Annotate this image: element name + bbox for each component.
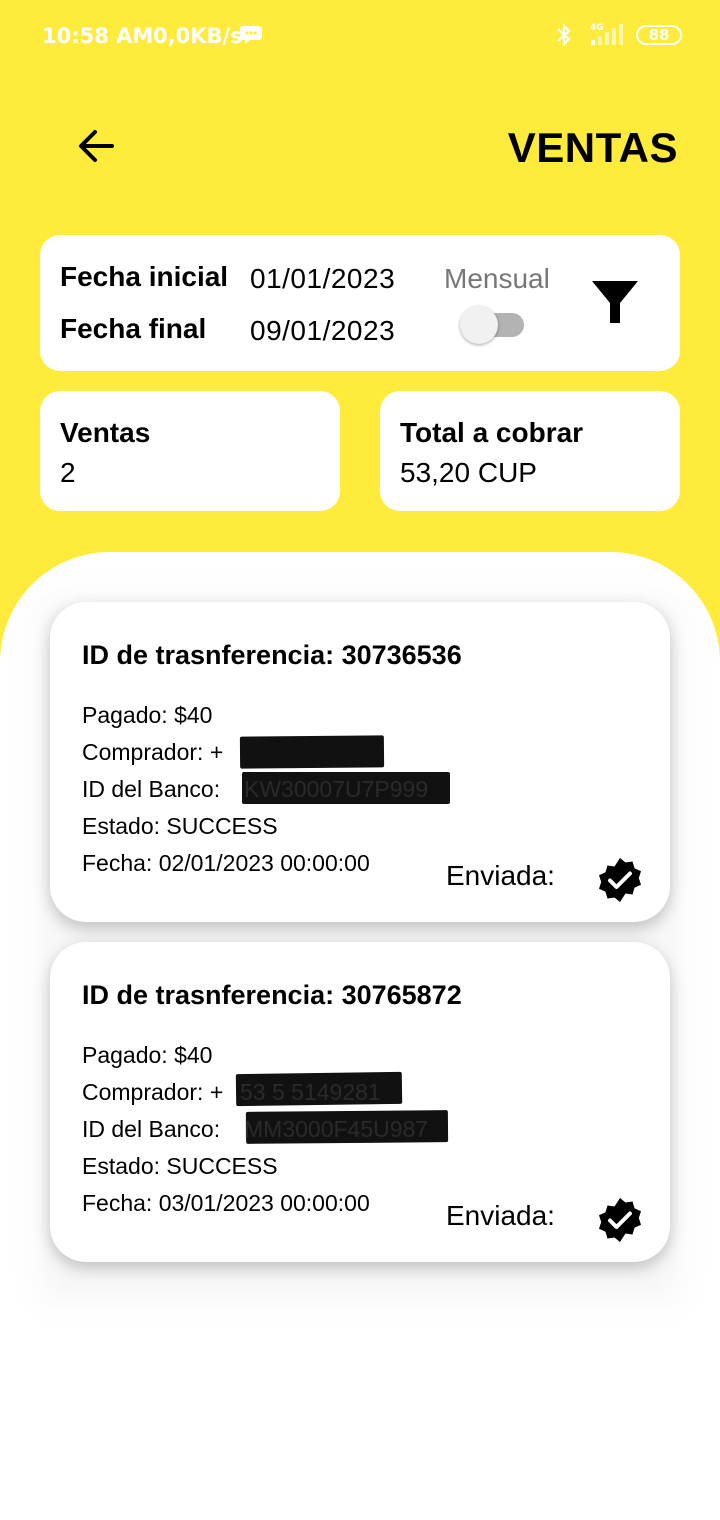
paid-amount: Pagado: $40 (82, 1042, 213, 1068)
total-label: Total a cobrar (400, 417, 584, 448)
bluetooth-icon (557, 23, 571, 47)
battery-indicator: 88 (636, 25, 682, 45)
transaction-date: Fecha: 03/01/2023 00:00:00 (82, 1190, 370, 1216)
bank-id-label: ID del Banco: (82, 776, 221, 802)
monthly-label: Mensual (444, 263, 550, 294)
monthly-toggle[interactable] (460, 306, 524, 344)
transaction-status: Estado: SUCCESS (82, 1153, 278, 1179)
signal-icon: 4G (590, 23, 623, 45)
start-date-label: Fecha inicial (60, 261, 229, 292)
buyer-label: Comprador: + (82, 1079, 224, 1105)
start-date-field[interactable]: 01/01/2023 (250, 263, 395, 295)
paid-amount: Pagado: $40 (82, 702, 213, 728)
arrow-left-icon (79, 130, 114, 162)
funnel-icon (592, 281, 638, 323)
bank-id-value: MM3000F45U987 (244, 1116, 429, 1142)
status-time: 10:58 AM (42, 24, 154, 48)
sales-count-label: Ventas (60, 417, 151, 448)
transfer-id: ID de trasnferencia: 30736536 (82, 640, 462, 670)
sent-label: Enviada: (446, 860, 555, 891)
date-filter-card: Fecha inicial 01/01/2023 Fecha final 09/… (40, 235, 680, 371)
toggle-thumb (460, 306, 498, 344)
sent-label: Enviada: (446, 1200, 555, 1231)
transfer-id: ID de trasnferencia: 30765872 (82, 980, 462, 1010)
transaction-card[interactable]: ID de trasnferencia: 30765872 Pagado: $4… (50, 942, 670, 1262)
bank-id-label: ID del Banco: (82, 1116, 221, 1142)
back-button[interactable] (74, 124, 118, 168)
verified-badge-icon (599, 858, 641, 902)
total-card: Total a cobrar 53,20 CUP (380, 391, 680, 511)
filter-button[interactable] (590, 277, 640, 327)
buyer-label: Comprador: + (82, 739, 224, 765)
message-icon (240, 26, 262, 44)
verified-badge-icon (599, 1198, 641, 1242)
total-value: 53,20 CUP (400, 457, 537, 488)
end-date-field[interactable]: 09/01/2023 (250, 315, 395, 347)
sales-count-value: 2 (60, 457, 76, 488)
sales-count-card: Ventas 2 (40, 391, 340, 511)
status-network-speed: 0,0KB/s (153, 24, 243, 48)
transaction-card[interactable]: ID de trasnferencia: 30736536 Pagado: $4… (50, 602, 670, 922)
redacted-buyer (239, 735, 385, 769)
transaction-status: Estado: SUCCESS (82, 813, 278, 839)
bank-id-value: KW30007U7P999 (244, 776, 429, 802)
buyer-value: 53 5 5149281 (240, 1079, 381, 1105)
page-title: VENTAS (507, 124, 678, 171)
svg-text:4G: 4G (590, 23, 604, 33)
transaction-date: Fecha: 02/01/2023 00:00:00 (82, 850, 370, 876)
status-bar: 10:58 AM 0,0KB/s 4G 88 (0, 0, 720, 70)
end-date-label: Fecha final (60, 313, 207, 344)
